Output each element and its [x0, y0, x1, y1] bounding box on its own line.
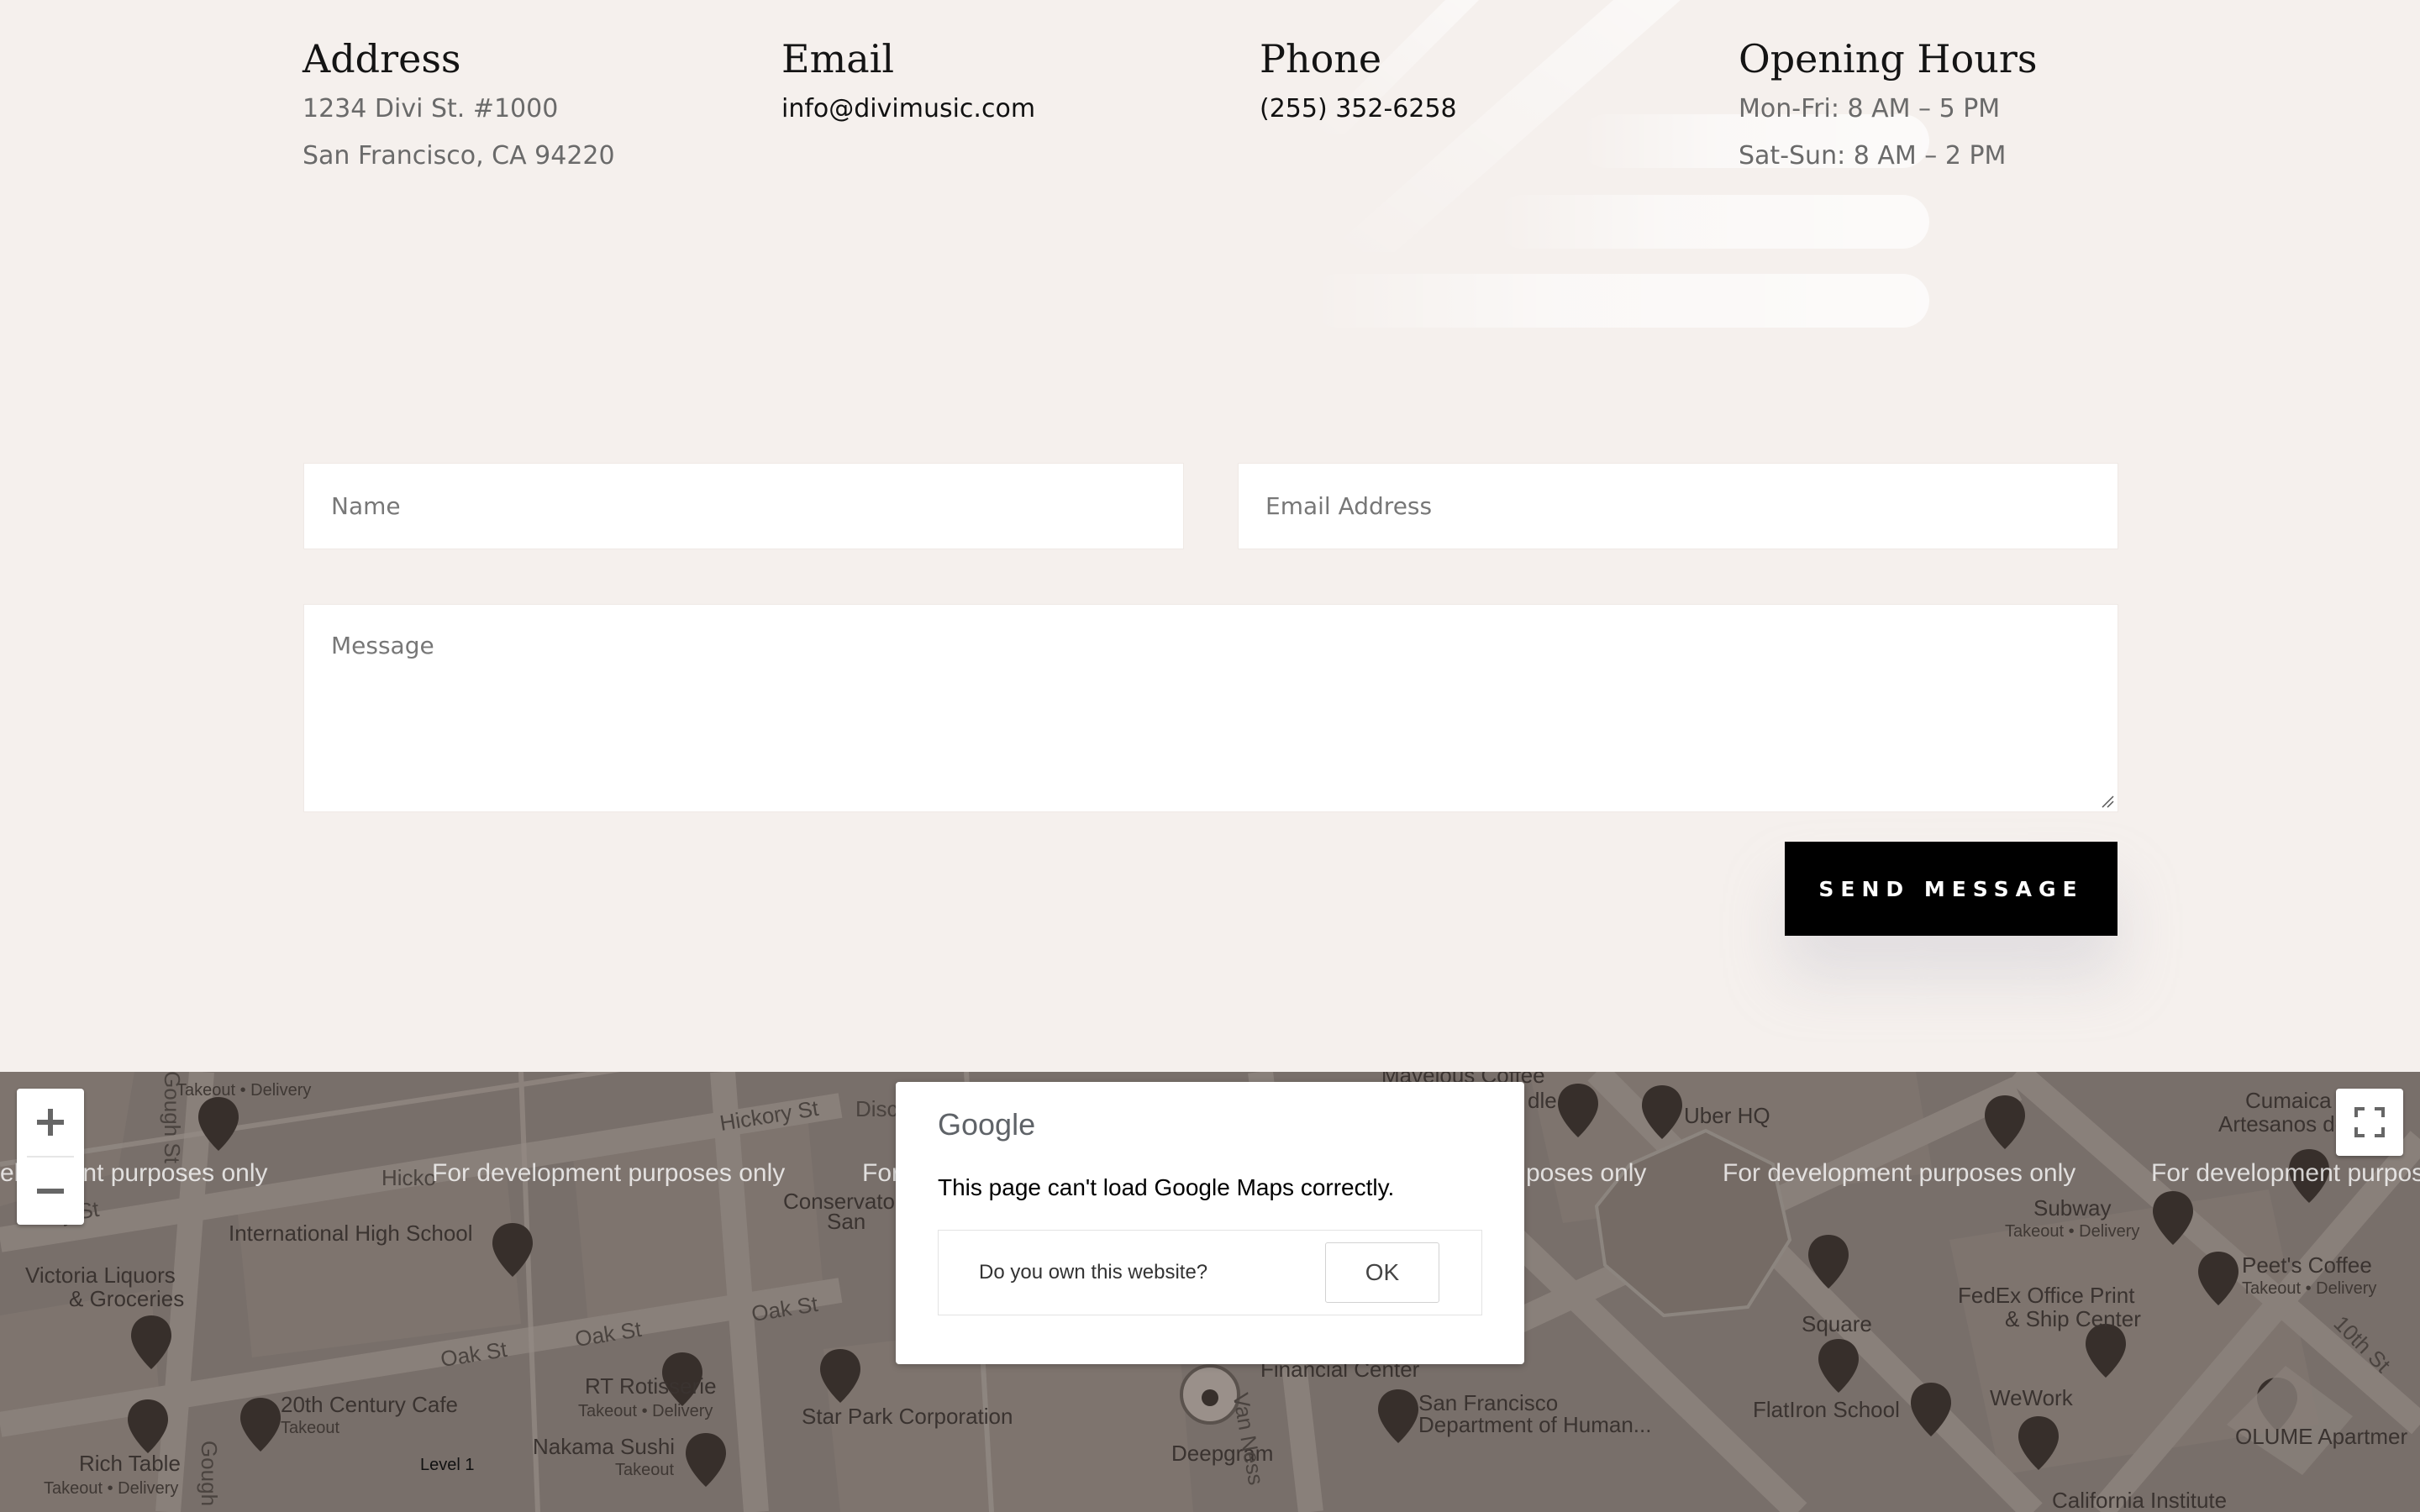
map-label: California Institute: [2052, 1488, 2228, 1512]
map-label: WeWork: [1990, 1385, 2073, 1410]
zoom-controls: [17, 1089, 84, 1225]
owner-question: Do you own this website?: [979, 1261, 1208, 1284]
phone-link[interactable]: (255) 352-6258: [1260, 86, 1730, 133]
fullscreen-button[interactable]: [2336, 1089, 2403, 1156]
map-label: Cumaica: [2245, 1088, 2332, 1113]
map-label: Conservato: [783, 1189, 895, 1214]
map-label: San Francisco: [1418, 1390, 1559, 1415]
map-label: 20th Century Cafe: [281, 1392, 459, 1417]
phone-heading: Phone: [1260, 36, 1382, 81]
send-message-button[interactable]: SEND MESSAGE: [1785, 842, 2118, 936]
plus-icon: [37, 1109, 64, 1136]
map-label: Peet's Coffee: [2242, 1252, 2372, 1278]
map-label: Victoria Liquors: [25, 1263, 176, 1288]
error-message: This page can't load Google Maps correct…: [938, 1174, 1395, 1200]
map-label: Department of Human...: [1418, 1412, 1652, 1437]
resize-handle-icon[interactable]: [2101, 795, 2114, 808]
minus-icon: [37, 1189, 64, 1194]
map-label: & Groceries: [69, 1286, 185, 1311]
map-label: Takeout: [615, 1461, 675, 1479]
name-placeholder: Name: [331, 492, 401, 520]
address-block: Address 1234 Divi St. #1000 San Francisc…: [302, 32, 773, 180]
map-label: Disc: [855, 1096, 898, 1121]
map-label: International High School: [229, 1221, 473, 1246]
map-label: & Ship Center: [2005, 1306, 2141, 1331]
ok-button[interactable]: OK: [1325, 1242, 1439, 1303]
dev-watermark: For development purposes only: [1723, 1159, 2076, 1187]
map-label: Rich Table: [79, 1451, 181, 1476]
dev-watermark: For: [862, 1159, 900, 1187]
message-field[interactable]: Message: [303, 604, 2118, 812]
email-placeholder: Email Address: [1265, 492, 1433, 520]
zoom-in-button[interactable]: [17, 1089, 84, 1156]
map-label: Takeout • Delivery: [578, 1402, 713, 1420]
hours-weekend: Sat-Sun: 8 AM – 2 PM: [1739, 141, 2007, 171]
map-label: Takeout • Delivery: [176, 1081, 312, 1100]
contact-page: Address 1234 Divi St. #1000 San Francisc…: [0, 0, 2420, 1512]
map-label: Star Park Corporation: [802, 1404, 1013, 1429]
address-heading: Address: [302, 36, 461, 81]
map-label: Takeout: [281, 1419, 340, 1437]
map-label: OLUME Apartmer: [2235, 1424, 2408, 1449]
owner-prompt: Do you own this website? OK: [938, 1230, 1482, 1315]
message-placeholder: Message: [331, 632, 434, 659]
email-heading: Email: [781, 36, 895, 81]
dev-watermark: For development purpos: [2151, 1159, 2420, 1187]
hours-block: Opening Hours Mon-Fri: 8 AM – 5 PM Sat-S…: [1739, 32, 2209, 180]
map-label: Takeout • Delivery: [2005, 1222, 2140, 1241]
hours-weekday: Mon-Fri: 8 AM – 5 PM: [1739, 94, 2001, 123]
maps-error-dialog: Google This page can't load Google Maps …: [896, 1082, 1524, 1364]
dev-watermark: poses only: [1526, 1159, 1647, 1187]
hours-heading: Opening Hours: [1739, 36, 2038, 81]
map-label: Gough St: [159, 1072, 185, 1163]
map-label: Subway: [2033, 1195, 2112, 1221]
map-label: RT Rotisserie: [585, 1373, 717, 1399]
address-line-2: San Francisco, CA 94220: [302, 141, 615, 171]
phone-block: Phone (255) 352-6258: [1260, 32, 1730, 133]
map-label: Nakama Sushi: [533, 1434, 676, 1459]
email-address-field[interactable]: Email Address: [1238, 463, 2118, 549]
name-field[interactable]: Name: [303, 463, 1184, 549]
map-label: Square: [1802, 1311, 1872, 1336]
map-label: FedEx Office Print: [1958, 1283, 2135, 1308]
zoom-out-button[interactable]: [17, 1158, 84, 1225]
map-label: Gough: [197, 1440, 223, 1507]
map-label: Takeout • Delivery: [2242, 1279, 2377, 1298]
address-line-1: 1234 Divi St. #1000: [302, 94, 559, 123]
map-label: dle: [1528, 1088, 1557, 1113]
dev-watermark: For development purposes only: [432, 1159, 786, 1187]
map-label: Uber HQ: [1684, 1103, 1770, 1128]
map-label: Level 1: [420, 1456, 475, 1474]
email-block: Email info@divimusic.com: [781, 32, 1252, 133]
google-logo: Google: [938, 1107, 1036, 1142]
map-label: FlatIron School: [1753, 1397, 1900, 1422]
fullscreen-icon: [2354, 1107, 2385, 1137]
email-link[interactable]: info@divimusic.com: [781, 86, 1252, 133]
map-label: Takeout • Delivery: [44, 1479, 179, 1498]
